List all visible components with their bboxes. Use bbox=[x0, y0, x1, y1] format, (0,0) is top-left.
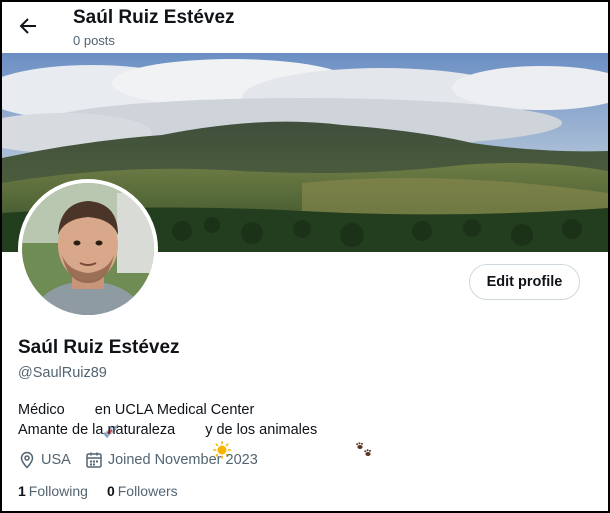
bio-line-2: Amante de la naturaleza y de los animale… bbox=[18, 420, 372, 460]
profile-handle: @SaulRuiz89 bbox=[18, 365, 107, 381]
profile-bio: Médico en UCLA Medical Center Amante de … bbox=[18, 400, 372, 460]
profile-display-name: Saúl Ruiz Estévez bbox=[18, 337, 180, 358]
sun-emoji bbox=[180, 421, 232, 460]
bio-text: y de los animales bbox=[205, 422, 318, 438]
profile-joined-date: Joined November 2023 bbox=[107, 452, 258, 468]
header-post-count: 0 posts bbox=[73, 33, 115, 48]
following-link[interactable]: 1 Following bbox=[18, 483, 88, 499]
paw-prints-emoji bbox=[322, 421, 372, 456]
bio-text: Amante de la naturaleza bbox=[18, 422, 176, 438]
bio-text: en UCLA Medical Center bbox=[94, 402, 255, 418]
profile-location: USA bbox=[41, 452, 71, 468]
profile-meta: USA Joined November 2023 bbox=[18, 451, 258, 469]
follow-stats: 1 Following 0 Followers bbox=[18, 483, 197, 499]
location-pin-icon bbox=[18, 451, 36, 469]
bio-line-1: Médico en UCLA Medical Center bbox=[18, 400, 347, 439]
back-arrow-icon[interactable] bbox=[16, 14, 40, 38]
profile-avatar[interactable] bbox=[18, 179, 158, 319]
followers-label: Followers bbox=[117, 483, 178, 499]
edit-profile-button[interactable]: Edit profile bbox=[469, 264, 580, 300]
calendar-icon bbox=[85, 451, 103, 469]
header-display-name: Saúl Ruiz Estévez bbox=[73, 7, 235, 28]
syringe-emoji bbox=[70, 401, 119, 439]
followers-link[interactable]: 0 Followers bbox=[107, 483, 178, 499]
following-count: 1 bbox=[18, 483, 26, 499]
profile-header: Saúl Ruiz Estévez 0 posts bbox=[2, 2, 608, 54]
followers-count: 0 bbox=[106, 483, 115, 499]
profile-page: Saúl Ruiz Estévez 0 posts Edit profile S… bbox=[0, 0, 610, 513]
following-label: Following bbox=[28, 483, 88, 499]
bio-text: Médico bbox=[18, 402, 65, 418]
